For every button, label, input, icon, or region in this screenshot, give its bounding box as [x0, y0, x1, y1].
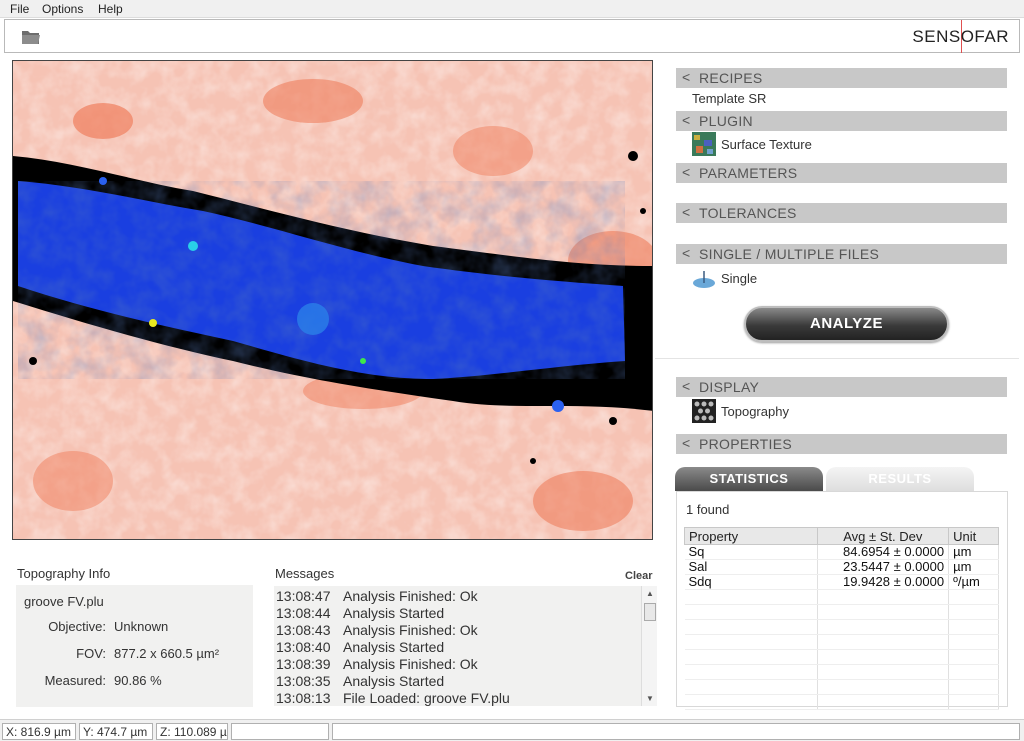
single-file-icon [693, 271, 715, 288]
empty-row [684, 619, 999, 635]
empty-row [684, 679, 999, 695]
menu-bar: File Options Help [0, 0, 1024, 18]
empty-row [684, 604, 999, 620]
empty-row [684, 664, 999, 680]
menu-help[interactable]: Help [98, 2, 123, 16]
files-header[interactable]: < SINGLE / MULTIPLE FILES [676, 244, 1007, 264]
message-item: 13:08:47 Analysis Finished: Ok [276, 588, 478, 604]
status-z: Z: 110.089 µm [156, 723, 228, 740]
surface-texture-icon [692, 132, 716, 156]
found-count: 1 found [686, 502, 730, 517]
statistics-panel: 1 found Property Avg ± St. Dev Unit Sq 8… [676, 491, 1008, 710]
plugin-header[interactable]: < PLUGIN [676, 111, 1007, 131]
message-item: 13:08:40 Analysis Started [276, 639, 445, 655]
info-measured-label: Measured: [44, 673, 106, 688]
menu-options[interactable]: Options [42, 2, 83, 16]
analyze-button[interactable]: ANALYZE [744, 306, 949, 342]
col-unit[interactable]: Unit [948, 527, 999, 545]
folder-open-icon[interactable] [21, 29, 41, 45]
properties-header[interactable]: < PROPERTIES [676, 434, 1007, 454]
chevron-left-icon: < [682, 245, 691, 261]
chevron-left-icon: < [682, 164, 691, 180]
recipes-header[interactable]: < RECIPES [676, 68, 1007, 88]
chevron-left-icon: < [682, 435, 691, 451]
toolbar: SENSOFAR [4, 19, 1020, 53]
info-objective-row: Objective: Unknown [16, 619, 253, 635]
statistics-table: Property Avg ± St. Dev Unit Sq 84.6954 ±… [684, 527, 999, 710]
info-measured-row: Measured: 90.86 % [16, 673, 253, 689]
info-objective-value: Unknown [114, 619, 169, 634]
table-row[interactable]: Sal 23.5447 ± 0.0000 µm [684, 559, 999, 575]
scroll-down-icon[interactable]: ▼ [646, 694, 654, 703]
tolerances-header[interactable]: < TOLERANCES [676, 203, 1007, 223]
messages-list[interactable]: 13:08:47 Analysis Finished: Ok 13:08:44 An… [274, 586, 657, 706]
scroll-up-icon[interactable]: ▲ [646, 589, 654, 598]
col-property[interactable]: Property [684, 527, 818, 545]
info-fov-row: FOV: 877.2 x 660.5 µm² [16, 646, 253, 662]
tab-results[interactable]: RESULTS [826, 467, 974, 491]
files-item[interactable]: Single [721, 271, 757, 286]
plugin-item[interactable]: Surface Texture [721, 137, 812, 152]
status-y: Y: 474.7 µm [79, 723, 153, 740]
topography-viewer[interactable] [12, 60, 653, 540]
tab-statistics[interactable]: STATISTICS [675, 467, 823, 491]
recipe-item[interactable]: Template SR [692, 91, 766, 106]
divider [655, 358, 1019, 359]
empty-row [684, 634, 999, 650]
chevron-left-icon: < [682, 378, 691, 394]
status-x: X: 816.9 µm [2, 723, 76, 740]
status-bar: X: 816.9 µm Y: 474.7 µm Z: 110.089 µm [0, 719, 1024, 741]
col-avg[interactable]: Avg ± St. Dev [816, 527, 950, 545]
messages-scrollbar[interactable]: ▲ ▼ [641, 586, 657, 706]
empty-row [684, 589, 999, 605]
chevron-left-icon: < [682, 112, 691, 128]
display-item[interactable]: Topography [721, 404, 789, 419]
menu-file[interactable]: File [10, 2, 29, 16]
info-fov-value: 877.2 x 660.5 µm² [114, 646, 220, 661]
status-message [332, 723, 1020, 740]
topography-info-title: Topography Info [17, 566, 111, 581]
chevron-left-icon: < [682, 204, 691, 220]
display-header[interactable]: < DISPLAY [676, 377, 1007, 397]
info-filename: groove FV.plu [24, 594, 104, 609]
sensofar-logo: SENSOFAR [912, 27, 1009, 46]
message-item: 13:08:39 Analysis Finished: Ok [276, 656, 478, 672]
info-fov-label: FOV: [76, 646, 106, 661]
topography-info-panel: groove FV.plu Objective: Unknown FOV: 87… [16, 585, 253, 707]
topography-image [13, 61, 652, 539]
table-row[interactable]: Sq 84.6954 ± 0.0000 µm [684, 544, 999, 560]
info-objective-label: Objective: [48, 619, 106, 634]
messages-title: Messages [275, 566, 335, 581]
status-empty [231, 723, 329, 740]
clear-messages-button[interactable]: Clear [625, 570, 653, 582]
message-item: 13:08:13 File Loaded: groove FV.plu [276, 690, 510, 706]
chevron-left-icon: < [682, 69, 691, 85]
parameters-header[interactable]: < PARAMETERS [676, 163, 1007, 183]
info-measured-value: 90.86 % [114, 673, 162, 688]
topography-icon [692, 399, 716, 423]
table-row[interactable]: Sdq 19.9428 ± 0.0000 º/µm [684, 574, 999, 590]
message-item: 13:08:44 Analysis Started [276, 605, 445, 621]
empty-row [684, 694, 999, 710]
message-item: 13:08:43 Analysis Finished: Ok [276, 622, 478, 638]
message-item: 13:08:35 Analysis Started [276, 673, 445, 689]
scroll-thumb[interactable] [644, 603, 656, 621]
empty-row [684, 649, 999, 665]
